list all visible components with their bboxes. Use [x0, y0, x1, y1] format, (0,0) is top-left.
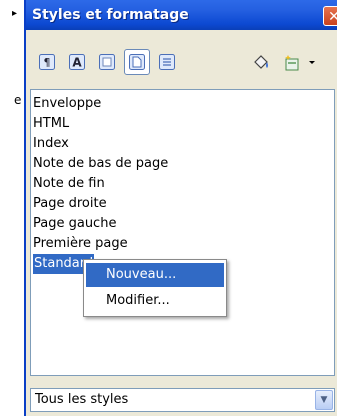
- list-item[interactable]: Index: [33, 134, 69, 154]
- chevron-down-icon: ▼: [320, 395, 328, 405]
- document-text-fragment: e: [14, 93, 22, 107]
- list-item[interactable]: Page droite: [33, 194, 107, 214]
- list-item[interactable]: Page gauche: [33, 214, 116, 234]
- context-menu-modify-label: Modifier...: [106, 293, 170, 308]
- close-icon: ✕: [328, 9, 337, 25]
- context-menu-new[interactable]: Nouveau...: [86, 263, 224, 287]
- filter-dropdown-button[interactable]: ▼: [315, 390, 333, 410]
- list-styles-button[interactable]: [154, 49, 180, 75]
- style-actions-dropdown-button[interactable]: [305, 49, 319, 75]
- character-styles-button[interactable]: A: [64, 49, 90, 75]
- context-menu-modify[interactable]: Modifier...: [86, 289, 224, 313]
- background-document-edge: ▸ e: [0, 0, 22, 416]
- new-style-icon: [285, 55, 299, 71]
- character-style-icon: A: [69, 54, 85, 70]
- window-title: Styles et formatage: [32, 7, 189, 23]
- list-item[interactable]: Première page: [33, 234, 128, 254]
- list-item[interactable]: Enveloppe: [33, 94, 101, 114]
- frame-style-icon: [99, 54, 115, 70]
- chevron-down-icon: [309, 61, 315, 64]
- fill-format-mode-button[interactable]: [248, 49, 274, 75]
- svg-text:A: A: [72, 56, 82, 70]
- list-item[interactable]: HTML: [33, 114, 69, 134]
- style-filter-value: Tous les styles: [35, 392, 129, 407]
- styles-formatting-window: Styles et formatage ✕ ¶ A Enveloppe HTML…: [24, 0, 337, 416]
- close-button[interactable]: ✕: [323, 6, 337, 26]
- page-styles-button[interactable]: [124, 49, 150, 75]
- paint-bucket-icon: [254, 55, 268, 69]
- style-family-toolbar: ¶ A: [26, 30, 337, 82]
- paragraph-styles-button[interactable]: ¶: [34, 49, 60, 75]
- context-menu-new-label: Nouveau...: [106, 267, 177, 282]
- paragraph-style-icon: ¶: [39, 54, 55, 70]
- new-style-from-selection-button[interactable]: [279, 49, 305, 75]
- svg-text:¶: ¶: [44, 56, 51, 69]
- context-menu: Nouveau... Modifier...: [83, 259, 227, 317]
- styles-list[interactable]: Enveloppe HTML Index Note de bas de page…: [30, 89, 335, 376]
- style-filter-select[interactable]: Tous les styles ▼: [30, 388, 335, 412]
- list-item[interactable]: Note de fin: [33, 174, 105, 194]
- bullet-icon: ▸: [12, 8, 18, 19]
- page-style-icon: [129, 54, 145, 70]
- list-item[interactable]: Note de bas de page: [33, 154, 168, 174]
- list-style-icon: [159, 54, 175, 70]
- frame-styles-button[interactable]: [94, 49, 120, 75]
- title-bar[interactable]: Styles et formatage ✕: [26, 0, 337, 30]
